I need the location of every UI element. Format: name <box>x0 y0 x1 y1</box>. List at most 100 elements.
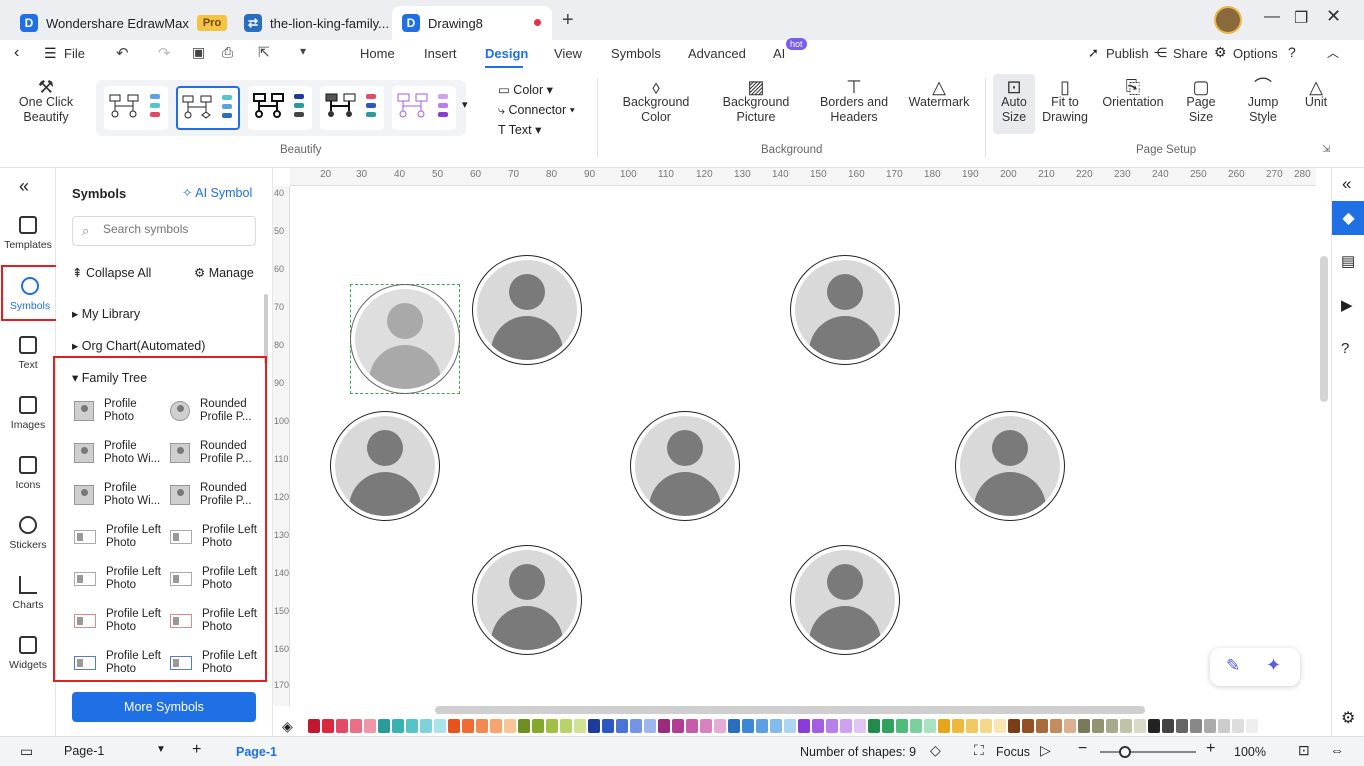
color-swatch[interactable] <box>784 719 796 733</box>
profile-photo-shape[interactable] <box>630 411 740 521</box>
print-icon[interactable]: ⎙ <box>222 44 233 61</box>
collapse-all-button[interactable]: ⇞ Collapse All <box>72 265 151 280</box>
profile-photo-shape-selected[interactable] <box>350 284 460 394</box>
section-my-library[interactable]: ▸ My Library <box>72 306 140 321</box>
background-picture-button[interactable]: ▨ Background Picture <box>716 78 796 125</box>
color-swatch[interactable] <box>364 719 376 733</box>
nav-text[interactable]: Text <box>0 336 56 371</box>
layers-icon[interactable]: ◇ <box>930 742 941 759</box>
color-swatch[interactable] <box>1176 719 1188 733</box>
unit-button[interactable]: △ Unit <box>1298 78 1334 110</box>
profile-photo-shape[interactable] <box>790 545 900 655</box>
color-swatch[interactable] <box>644 719 656 733</box>
symbol-item[interactable]: Profile Left Photo <box>170 608 266 634</box>
profile-photo-shape[interactable] <box>955 411 1065 521</box>
profile-photo-shape[interactable] <box>790 255 900 365</box>
play-icon[interactable]: ▷ <box>1040 742 1051 759</box>
jump-style-button[interactable]: ⌒ Jump Style <box>1238 78 1288 125</box>
color-swatch[interactable] <box>1008 719 1020 733</box>
color-swatch[interactable] <box>1218 719 1230 733</box>
symbol-item[interactable]: Rounded Profile P... <box>170 482 266 508</box>
color-swatch[interactable] <box>980 719 992 733</box>
add-page-button[interactable]: + <box>192 741 201 759</box>
auto-size-button[interactable]: ⊡ Auto Size <box>993 74 1035 134</box>
symbol-item[interactable]: Profile Left Photo <box>74 566 164 592</box>
color-swatch[interactable] <box>350 719 362 733</box>
theme-option-3[interactable] <box>248 86 312 130</box>
symbol-item[interactable]: Profile Left Photo <box>170 650 266 676</box>
export-icon[interactable]: ⇱ <box>258 44 270 61</box>
color-swatch[interactable] <box>392 719 404 733</box>
zoom-slider[interactable] <box>1100 751 1196 753</box>
color-swatch[interactable] <box>756 719 768 733</box>
color-swatch[interactable] <box>854 719 866 733</box>
zoom-slider-handle[interactable] <box>1119 746 1131 758</box>
color-swatch[interactable] <box>924 719 936 733</box>
watermark-button[interactable]: △ Watermark <box>904 78 974 110</box>
options-button[interactable]: Options <box>1233 46 1278 61</box>
symbol-item[interactable]: Profile Photo Wi... <box>74 482 164 508</box>
color-swatch[interactable] <box>952 719 964 733</box>
hamburger-icon[interactable]: ☰ <box>44 45 57 62</box>
page-properties-icon[interactable]: ▤ <box>1341 252 1355 270</box>
color-swatch[interactable] <box>798 719 810 733</box>
ai-sparkle-icon[interactable]: ✦ <box>1266 655 1281 676</box>
new-tab-button[interactable]: + <box>562 9 574 32</box>
avatar[interactable] <box>1214 6 1242 34</box>
color-swatch[interactable] <box>826 719 838 733</box>
close-icon[interactable]: ✕ <box>1326 6 1341 27</box>
color-swatch[interactable] <box>742 719 754 733</box>
color-swatch[interactable] <box>1148 719 1160 733</box>
panel-layout-icon[interactable]: ▭ <box>20 743 33 760</box>
more-icon[interactable]: ▾ <box>300 44 306 58</box>
color-swatch[interactable] <box>1246 719 1258 733</box>
color-swatch[interactable] <box>560 719 572 733</box>
color-swatch[interactable] <box>420 719 432 733</box>
color-swatch[interactable] <box>896 719 908 733</box>
color-swatch[interactable] <box>1106 719 1118 733</box>
color-swatch[interactable] <box>1232 719 1244 733</box>
color-swatch[interactable] <box>434 719 446 733</box>
color-swatch[interactable] <box>700 719 712 733</box>
color-swatch[interactable] <box>672 719 684 733</box>
color-swatch[interactable] <box>476 719 488 733</box>
ai-symbol-button[interactable]: ✧ AI Symbol <box>182 185 252 200</box>
nav-templates[interactable]: Templates <box>0 216 56 251</box>
section-org-chart[interactable]: ▸ Org Chart(Automated) <box>72 338 205 353</box>
one-click-beautify-button[interactable]: ⚒ One Click Beautify <box>14 78 78 125</box>
color-swatch[interactable] <box>378 719 390 733</box>
fill-bucket-icon[interactable]: ◈ <box>282 718 293 735</box>
color-swatch[interactable] <box>770 719 782 733</box>
color-swatch[interactable] <box>322 719 334 733</box>
symbol-item[interactable]: Profile Left Photo <box>74 650 164 676</box>
color-swatch[interactable] <box>1162 719 1174 733</box>
gallery-expand-icon[interactable]: ▾ <box>462 98 468 111</box>
color-swatch[interactable] <box>868 719 880 733</box>
color-swatch[interactable] <box>1204 719 1216 733</box>
tab-ai[interactable]: AI <box>773 46 785 61</box>
save-icon[interactable]: ▣ <box>192 44 205 61</box>
color-swatch[interactable] <box>1120 719 1132 733</box>
color-swatch[interactable] <box>882 719 894 733</box>
color-swatch[interactable] <box>1050 719 1062 733</box>
color-swatch[interactable] <box>1064 719 1076 733</box>
profile-photo-shape[interactable] <box>472 545 582 655</box>
minimize-icon[interactable]: — <box>1264 8 1280 26</box>
theme-option-2[interactable] <box>176 86 240 130</box>
horizontal-scrollbar[interactable] <box>435 706 1145 714</box>
drawing-canvas[interactable]: ✎ ✦ <box>290 186 1316 714</box>
symbol-item[interactable]: Profile Photo Wi... <box>74 440 164 466</box>
redo-icon[interactable]: ↷ <box>158 44 171 62</box>
color-swatch[interactable] <box>1190 719 1202 733</box>
color-swatch[interactable] <box>812 719 824 733</box>
collapse-ribbon-icon[interactable]: ︿ <box>1327 44 1339 61</box>
connector-dropdown[interactable]: ⤷ Connector ▾ <box>498 100 575 120</box>
text-dropdown[interactable]: T Text ▾ <box>498 120 575 140</box>
help-circle-icon[interactable]: ? <box>1341 340 1349 357</box>
nav-icons[interactable]: Icons <box>0 456 56 491</box>
borders-headers-button[interactable]: ⊤ Borders and Headers <box>814 78 894 125</box>
symbol-item[interactable]: Profile Left Photo <box>170 524 266 550</box>
fullscreen-icon[interactable]: ⇔ <box>1330 742 1344 758</box>
color-swatch[interactable] <box>546 719 558 733</box>
theme-option-1[interactable] <box>104 86 168 130</box>
